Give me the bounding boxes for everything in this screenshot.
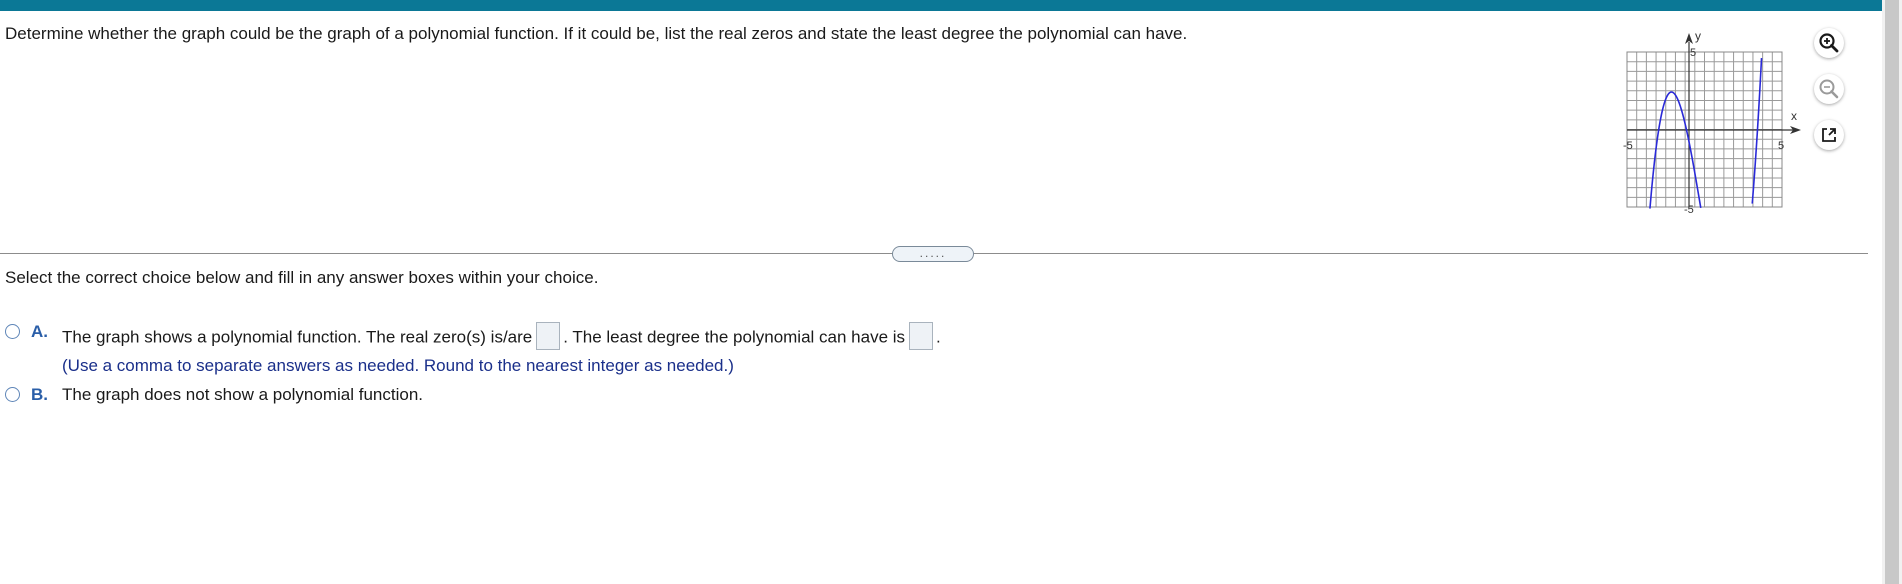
question-text: Determine whether the graph could be the… [5, 24, 1188, 43]
y-tick-neg5: -5 [1684, 204, 1694, 216]
zoom-out-button[interactable] [1814, 74, 1844, 104]
choice-a[interactable]: A. The graph shows a polynomial function… [5, 322, 941, 376]
scrollbar-thumb[interactable] [1885, 0, 1899, 584]
scrollbar[interactable] [1882, 0, 1902, 584]
zoom-out-icon [1819, 79, 1839, 99]
polynomial-graph[interactable]: x y -5 5 5 -5 [1615, 26, 1805, 216]
x-tick-neg5: -5 [1623, 140, 1633, 152]
instruction-text: Select the correct choice below and fill… [5, 268, 599, 287]
panel-splitter[interactable]: ..... [892, 246, 974, 262]
choice-a-text-after: . [936, 327, 941, 347]
popout-button[interactable] [1814, 120, 1844, 150]
x-axis-label: x [1791, 109, 1797, 123]
choice-b[interactable]: B. The graph does not show a polynomial … [5, 385, 423, 405]
popout-icon [1822, 128, 1836, 142]
choice-a-content: The graph shows a polynomial function. T… [62, 322, 941, 376]
x-tick-pos5: 5 [1778, 140, 1784, 152]
zoom-in-button[interactable] [1814, 28, 1844, 58]
top-bar [0, 0, 1882, 11]
graph-svg: x y -5 5 5 -5 [1623, 29, 1801, 216]
choice-a-radio[interactable] [5, 324, 20, 339]
choice-a-text-middle: . The least degree the polynomial can ha… [563, 327, 906, 347]
choice-b-text: The graph does not show a polynomial fun… [62, 385, 424, 404]
choice-a-text-before: The graph shows a polynomial function. T… [62, 327, 533, 347]
y-axis-label: y [1695, 29, 1701, 43]
choice-a-letter[interactable]: A. [31, 322, 53, 342]
zeros-answer-box[interactable] [536, 322, 561, 350]
degree-answer-box[interactable] [909, 322, 934, 350]
choice-b-letter[interactable]: B. [31, 385, 53, 405]
choice-a-hint: (Use a comma to separate answers as need… [62, 356, 734, 375]
y-tick-pos5: 5 [1690, 47, 1696, 59]
zoom-in-icon [1819, 33, 1839, 53]
choice-b-radio[interactable] [5, 387, 20, 402]
